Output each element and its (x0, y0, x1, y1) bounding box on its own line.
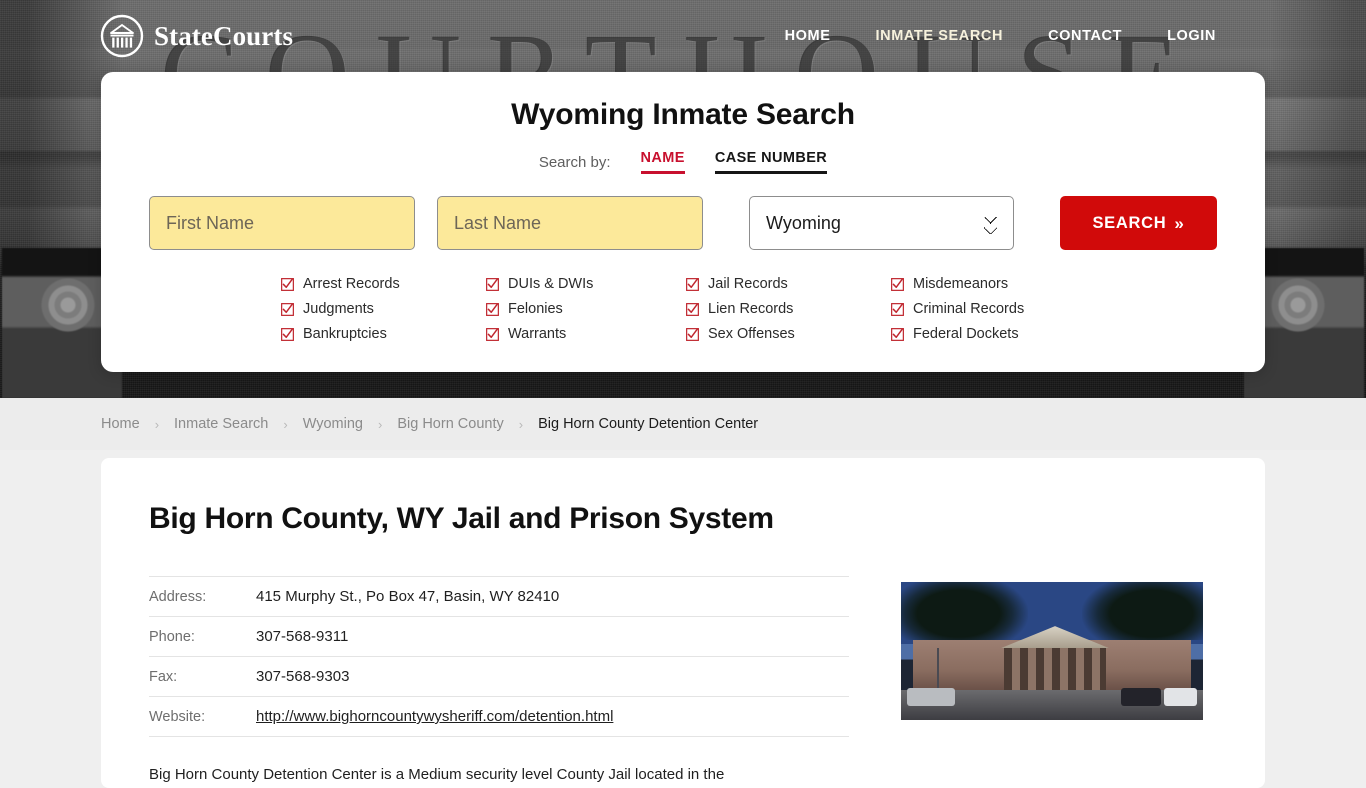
category-label: Judgments (303, 301, 374, 317)
breadcrumb-item-current: Big Horn County Detention Center (538, 416, 759, 432)
category-item[interactable]: Felonies (486, 301, 686, 317)
row-label-phone: Phone: (149, 628, 195, 645)
hero-section: COURTHOUSE StateCourts HOME INMAT (0, 0, 1366, 398)
facility-photo (901, 582, 1203, 720)
checked-checkbox-icon (281, 302, 294, 316)
category-label: Sex Offenses (708, 326, 795, 342)
table-row: Fax: 307-568-9303 (149, 657, 849, 697)
category-label: Felonies (508, 301, 563, 317)
search-fields-row: Wyoming SEARCH » (149, 196, 1217, 250)
category-item[interactable]: Arrest Records (281, 276, 486, 292)
inmate-search-card: Wyoming Inmate Search Search by: NAME CA… (101, 72, 1265, 372)
row-value-website: http://www.bighorncountywysheriff.com/de… (256, 697, 849, 737)
photo-car (1121, 688, 1161, 707)
category-item[interactable]: Misdemeanors (891, 276, 1091, 292)
row-value-fax: 307-568-9303 (256, 668, 350, 685)
brand-name: StateCourts (154, 20, 294, 51)
chevron-right-icon: › (378, 416, 383, 432)
website-link[interactable]: http://www.bighorncountywysheriff.com/de… (256, 708, 613, 725)
category-label: Federal Dockets (913, 326, 1019, 342)
search-by-label: Search by: (538, 153, 611, 171)
category-item[interactable]: Criminal Records (891, 301, 1091, 317)
row-label-address: Address: (149, 588, 207, 605)
checked-checkbox-icon (686, 327, 699, 341)
checked-checkbox-icon (891, 277, 904, 291)
checked-checkbox-icon (486, 327, 499, 341)
category-item[interactable]: Jail Records (686, 276, 891, 292)
chevron-right-icon: › (154, 416, 160, 432)
table-row: Phone: 307-568-9311 (149, 617, 849, 657)
category-item[interactable]: Warrants (486, 326, 686, 342)
main-nav-links: HOME INMATE SEARCH CONTACT LOGIN (785, 28, 1216, 44)
breadcrumb-item-wyoming[interactable]: Wyoming (303, 416, 363, 432)
facility-detail-card: Big Horn County, WY Jail and Prison Syst… (101, 458, 1265, 788)
double-chevron-right-icon: » (1174, 213, 1185, 233)
facility-detail-row: Address: 415 Murphy St., Po Box 47, Basi… (149, 576, 1217, 737)
brand-logo-link[interactable]: StateCourts (100, 14, 293, 58)
breadcrumb-item-big-horn-county[interactable]: Big Horn County (397, 416, 503, 432)
tab-search-by-name[interactable]: NAME (640, 150, 685, 174)
facility-description: Big Horn County Detention Center is a Me… (149, 766, 725, 783)
courthouse-circle-icon (100, 14, 144, 58)
content-area: Big Horn County, WY Jail and Prison Syst… (0, 450, 1366, 788)
table-row: Website: http://www.bighorncountywysheri… (149, 697, 849, 737)
last-name-input[interactable] (437, 196, 703, 250)
checked-checkbox-icon (891, 302, 904, 316)
tab-search-by-case-number[interactable]: CASE NUMBER (714, 150, 828, 174)
category-label: Criminal Records (913, 301, 1025, 317)
photo-light-pole (937, 648, 940, 690)
row-value-address: 415 Murphy St., Po Box 47, Basin, WY 824… (256, 588, 560, 605)
category-label: Bankruptcies (303, 326, 387, 342)
checked-checkbox-icon (486, 302, 499, 316)
facility-info-table: Address: 415 Murphy St., Po Box 47, Basi… (149, 576, 849, 737)
row-value-phone: 307-568-9311 (256, 628, 349, 645)
photo-tree-left (901, 582, 1028, 640)
category-label: Jail Records (708, 276, 788, 292)
photo-tree-right (1082, 582, 1203, 640)
top-navigation-bar: StateCourts HOME INMATE SEARCH CONTACT L… (0, 0, 1366, 72)
checked-checkbox-icon (281, 327, 294, 341)
breadcrumb-item-home[interactable]: Home (101, 416, 140, 432)
search-button[interactable]: SEARCH » (1059, 196, 1217, 250)
category-label: Arrest Records (303, 276, 400, 292)
category-label: Lien Records (708, 301, 794, 317)
breadcrumb-item-inmate-search[interactable]: Inmate Search (174, 416, 268, 432)
nav-item-inmate-search[interactable]: INMATE SEARCH (876, 28, 1004, 44)
table-row: Address: 415 Murphy St., Po Box 47, Basi… (149, 576, 849, 617)
photo-porch-columns (1003, 648, 1107, 690)
state-select[interactable]: Wyoming (749, 196, 1014, 250)
nav-item-home[interactable]: HOME (785, 28, 831, 44)
photo-car (1163, 688, 1197, 707)
category-label: Misdemeanors (913, 276, 1009, 292)
checked-checkbox-icon (891, 327, 904, 341)
checked-checkbox-icon (281, 277, 294, 291)
page-title: Big Horn County, WY Jail and Prison Syst… (149, 502, 774, 535)
search-button-label: SEARCH (1092, 213, 1167, 232)
breadcrumb-bar: Home › Inmate Search › Wyoming › Big Hor… (0, 398, 1366, 450)
category-item[interactable]: Bankruptcies (281, 326, 486, 342)
row-label-fax: Fax: (149, 668, 178, 685)
category-item[interactable]: Sex Offenses (686, 326, 891, 342)
category-label: Warrants (508, 326, 567, 342)
category-item[interactable]: DUIs & DWIs (486, 276, 686, 292)
row-label-website: Website: (149, 708, 206, 725)
chevron-right-icon: › (518, 416, 524, 432)
breadcrumb: Home › Inmate Search › Wyoming › Big Hor… (101, 416, 758, 432)
category-item[interactable]: Judgments (281, 301, 486, 317)
first-name-input[interactable] (149, 196, 415, 250)
nav-item-contact[interactable]: CONTACT (1048, 28, 1122, 44)
checked-checkbox-icon (686, 277, 699, 291)
category-item[interactable]: Lien Records (686, 301, 891, 317)
search-by-row: Search by: NAME CASE NUMBER (149, 150, 1217, 174)
category-item[interactable]: Federal Dockets (891, 326, 1091, 342)
chevron-right-icon: › (283, 416, 288, 432)
checked-checkbox-icon (686, 302, 699, 316)
search-card-title: Wyoming Inmate Search (511, 98, 855, 131)
photo-car (907, 688, 956, 707)
record-categories-grid: Arrest Records DUIs & DWIs Jail Records (149, 276, 1217, 342)
category-label: DUIs & DWIs (508, 276, 594, 292)
nav-item-login[interactable]: LOGIN (1167, 28, 1216, 44)
checked-checkbox-icon (486, 277, 499, 291)
